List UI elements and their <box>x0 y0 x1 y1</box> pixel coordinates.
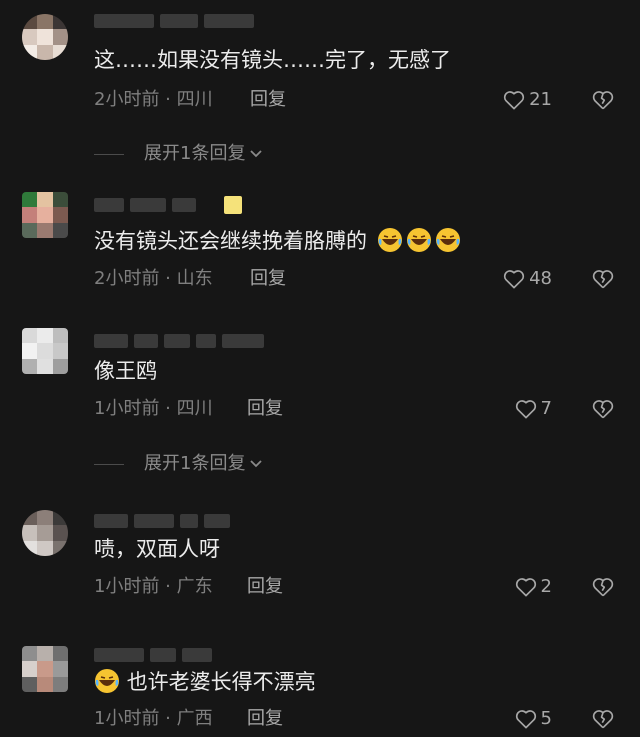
heart-outline-icon <box>515 578 536 597</box>
like-count: 48 <box>529 268 552 289</box>
username-blurred[interactable] <box>94 196 242 214</box>
laughing-emoji <box>95 669 119 693</box>
like-button[interactable]: 5 <box>515 707 552 731</box>
reply-button[interactable]: 回复 <box>247 397 283 421</box>
username-blurred[interactable] <box>94 12 254 30</box>
like-count: 2 <box>540 576 552 597</box>
avatar[interactable] <box>22 646 68 692</box>
avatar[interactable] <box>22 14 68 60</box>
broken-heart-icon[interactable] <box>592 268 614 290</box>
broken-heart-icon[interactable] <box>592 708 614 730</box>
broken-heart-icon[interactable] <box>592 398 614 420</box>
like-button[interactable]: 2 <box>515 575 552 599</box>
like-count: 7 <box>540 398 552 419</box>
comment-text: 这……如果没有镜头……完了，无感了 <box>94 48 451 72</box>
comment-meta: 1小时前 · 广东 <box>94 576 213 597</box>
reply-button[interactable]: 回复 <box>250 267 286 291</box>
reply-button[interactable]: 回复 <box>247 707 283 731</box>
broken-heart-icon[interactable] <box>592 576 614 598</box>
username-blurred[interactable] <box>94 512 230 530</box>
username-blurred[interactable] <box>94 646 212 664</box>
like-count: 5 <box>540 708 552 729</box>
broken-heart-icon[interactable] <box>592 89 614 111</box>
heart-outline-icon <box>515 400 536 419</box>
reply-button[interactable]: 回复 <box>247 575 283 599</box>
laughing-emoji <box>377 228 402 252</box>
comment-text: 也许老婆长得不漂亮 <box>94 668 316 696</box>
like-button[interactable]: 48 <box>503 267 552 291</box>
expand-replies-label: 展开1条回复 <box>144 453 246 474</box>
heart-outline-icon <box>504 270 525 289</box>
expand-replies-button[interactable]: 展开1条回复 <box>94 452 263 476</box>
avatar[interactable] <box>22 328 68 374</box>
chevron-down-icon <box>250 460 263 468</box>
chevron-down-icon <box>250 150 263 158</box>
comment-meta: 2小时前 · 山东 <box>94 268 213 289</box>
comment-text: 啧，双面人呀 <box>94 537 220 561</box>
like-button[interactable]: 21 <box>503 88 552 112</box>
username-blurred[interactable] <box>94 332 264 350</box>
laughing-emoji <box>435 228 460 252</box>
like-count: 21 <box>529 89 552 110</box>
avatar[interactable] <box>22 510 68 556</box>
laughing-emoji <box>406 228 431 252</box>
heart-outline-icon <box>504 91 525 110</box>
comment-meta: 2小时前 · 四川 <box>94 89 213 110</box>
avatar[interactable] <box>22 192 68 238</box>
like-button[interactable]: 7 <box>515 397 552 421</box>
comment-text: 像王鸥 <box>94 359 157 383</box>
comment-text: 没有镜头还会继续挽着胳膊的 <box>94 227 461 255</box>
heart-outline-icon <box>515 710 536 729</box>
reply-button[interactable]: 回复 <box>250 88 286 112</box>
badge <box>224 196 242 214</box>
comment-meta: 1小时前 · 四川 <box>94 398 213 419</box>
expand-replies-button[interactable]: 展开1条回复 <box>94 142 263 166</box>
comment-meta: 1小时前 · 广西 <box>94 708 213 729</box>
expand-replies-label: 展开1条回复 <box>144 143 246 164</box>
